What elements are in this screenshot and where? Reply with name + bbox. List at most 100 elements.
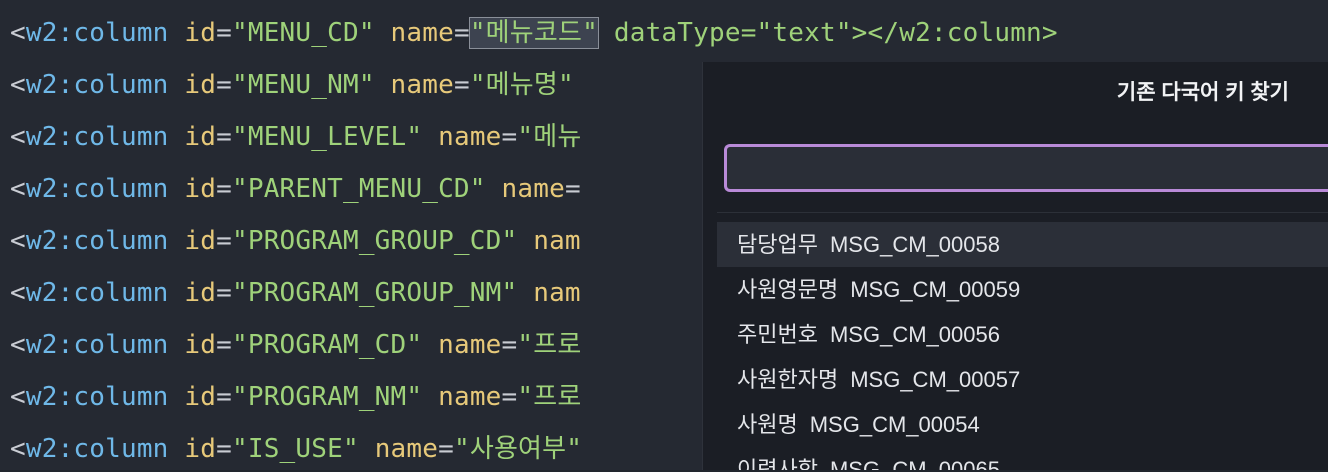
result-label: 사원영문명	[737, 277, 839, 302]
selected-name-value[interactable]: "메뉴코드"	[468, 17, 600, 49]
code-line[interactable]: <w2:column id="PROGRAM_GROUP_CD" nam	[10, 218, 581, 264]
equals: =	[216, 382, 232, 412]
attr-id: id	[184, 226, 217, 256]
result-label: 이력사항	[737, 457, 818, 470]
tag-open: <	[10, 382, 26, 412]
attr-name-partial: nam	[533, 278, 581, 308]
tag-open: <	[10, 122, 26, 152]
id-value: PARENT_MENU_CD	[247, 174, 470, 204]
tag-open: <	[10, 18, 26, 48]
attr-id: id	[184, 122, 217, 152]
result-key: MSG_CM_00056	[829, 322, 1000, 347]
attr-id-value: "MENU_CD"	[231, 18, 375, 48]
attr-id-value: "PARENT_MENU_CD"	[231, 174, 486, 204]
tag-name: w2:column	[25, 278, 169, 308]
tag-open: <	[10, 330, 26, 360]
tag-open: <	[10, 434, 26, 464]
tag-name: w2:column	[25, 122, 169, 152]
result-key: MSG_CM_00059	[850, 277, 1021, 302]
result-label: 사원명	[737, 412, 798, 437]
attr-name: name	[438, 330, 502, 360]
popup-title: 기존 다국어 키 찾기	[1116, 81, 1289, 104]
equals: =	[216, 434, 232, 464]
id-value: PROGRAM_CD	[247, 330, 407, 360]
attr-id-value: "PROGRAM_NM"	[231, 382, 423, 412]
tag-open: <	[10, 70, 26, 100]
attr-id-value: "PROGRAM_GROUP_CD"	[231, 226, 518, 256]
result-item[interactable]: 사원한자명 MSG_CM_00057	[717, 357, 1328, 402]
id-value: MENU_LEVEL	[247, 122, 407, 152]
line-tail: dataType="text"></w2:column>	[598, 18, 1058, 48]
divider	[717, 212, 1328, 213]
result-item[interactable]: 이력사항 MSG_CM_00065	[717, 447, 1328, 470]
attr-name: name	[390, 18, 454, 48]
tag-name: w2:column	[25, 18, 169, 48]
code-line[interactable]: <w2:column id="MENU_NM" name="메뉴명"	[10, 62, 574, 108]
attr-id: id	[184, 18, 217, 48]
code-line[interactable]: <w2:column id="IS_USE" name="사용여부"	[10, 426, 582, 472]
tag-open: <	[10, 226, 26, 256]
attr-id: id	[184, 174, 217, 204]
result-list: 담당업무 MSG_CM_00058 사원영문명 MSG_CM_00059 주민번호 M…	[717, 222, 1328, 470]
result-key: MSG_CM_00054	[809, 412, 980, 437]
attr-id-value: "MENU_NM"	[231, 70, 375, 100]
attr-id: id	[184, 278, 217, 308]
attr-name: name	[438, 382, 502, 412]
id-value: IS_USE	[247, 434, 343, 464]
name-value: "메뉴	[517, 122, 582, 152]
key-search-input[interactable]	[724, 144, 1328, 192]
tag-open: <	[10, 174, 26, 204]
result-label: 사원한자명	[737, 367, 839, 392]
attr-id: id	[184, 382, 217, 412]
attr-id: id	[184, 70, 217, 100]
name-value: "프로	[517, 330, 582, 360]
equals: =	[216, 174, 232, 204]
attr-name: name	[390, 70, 454, 100]
name-value: "사용여부"	[453, 434, 583, 464]
code-line[interactable]: <w2:column id="PROGRAM_CD" name="프로	[10, 322, 581, 368]
id-value: PROGRAM_GROUP_CD	[247, 226, 502, 256]
code-line[interactable]: <w2:column id="MENU_CD" name="메뉴코드" data…	[10, 10, 1058, 56]
equals: =	[216, 278, 232, 308]
attr-name: name	[501, 174, 565, 204]
tag-open: <	[10, 278, 26, 308]
tag-name: w2:column	[25, 382, 169, 412]
tag-name: w2:column	[25, 70, 169, 100]
attr-id: id	[184, 330, 217, 360]
id-value: PROGRAM_NM	[247, 382, 407, 412]
result-item[interactable]: 사원명 MSG_CM_00054	[717, 402, 1328, 447]
id-value: MENU_CD	[247, 18, 359, 48]
equals: =	[216, 70, 232, 100]
attr-name: name	[374, 434, 439, 464]
result-key: MSG_CM_00058	[829, 232, 1000, 257]
attr-id-value: "IS_USE"	[231, 434, 359, 464]
result-label: 담당업무	[737, 232, 818, 257]
result-item[interactable]: 담당업무 MSG_CM_00058	[717, 222, 1328, 267]
tag-name: w2:column	[25, 434, 169, 464]
equals: =	[501, 122, 518, 152]
attr-name: name	[438, 122, 502, 152]
code-line[interactable]: <w2:column id="MENU_LEVEL" name="메뉴	[10, 114, 581, 160]
equals: =	[501, 330, 518, 360]
code-line[interactable]: <w2:column id="PROGRAM_NM" name="프로	[10, 374, 581, 420]
result-key: MSG_CM_00065	[829, 457, 1000, 470]
equals: =	[216, 330, 232, 360]
name-value: "메뉴명"	[469, 70, 574, 100]
attr-id: id	[184, 434, 217, 464]
result-item[interactable]: 사원영문명 MSG_CM_00059	[717, 267, 1328, 312]
tag-name: w2:column	[25, 174, 169, 204]
result-label: 주민번호	[737, 322, 818, 347]
attr-id-value: "MENU_LEVEL"	[231, 122, 423, 152]
code-line[interactable]: <w2:column id="PROGRAM_GROUP_NM" nam	[10, 270, 581, 316]
equals: =	[453, 18, 470, 48]
attr-name-partial: nam	[533, 226, 581, 256]
multilang-key-finder-popup: 기존 다국어 키 찾기 담당업무 MSG_CM_00058 사원영문명 MSG_CM…	[702, 62, 1328, 470]
id-value: MENU_NM	[247, 70, 359, 100]
result-item[interactable]: 주민번호 MSG_CM_00056	[717, 312, 1328, 357]
id-value: PROGRAM_GROUP_NM	[247, 278, 502, 308]
equals: =	[564, 174, 581, 204]
equals: =	[216, 18, 232, 48]
attr-id-value: "PROGRAM_GROUP_NM"	[231, 278, 518, 308]
code-line[interactable]: <w2:column id="PARENT_MENU_CD" name=	[10, 166, 581, 212]
attr-id-value: "PROGRAM_CD"	[231, 330, 423, 360]
